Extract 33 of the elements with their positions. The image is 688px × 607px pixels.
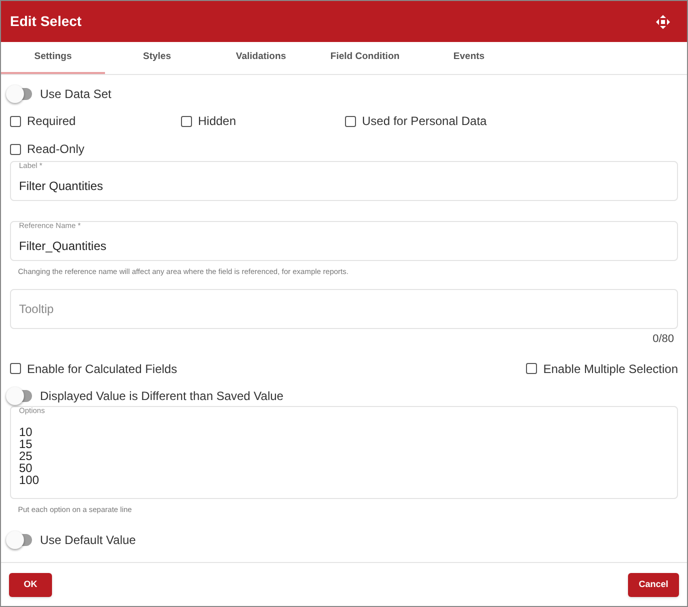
option-line: 15 [19,438,34,450]
checkbox[interactable] [10,363,21,374]
checkbox-label: Enable for Calculated Fields [27,360,178,378]
checkbox-label: Enable Multiple Selection [543,360,678,378]
checkbox[interactable] [526,363,538,374]
checkbox-label: Used for Personal Data [362,113,487,130]
option-line: 100 [19,474,40,486]
option-line: 10 [19,426,34,438]
move-icon[interactable] [656,14,670,28]
tab[interactable]: Styles [105,42,209,74]
checkbox[interactable] [345,116,356,126]
checkbox-label: Read-Only [27,141,84,158]
tab[interactable]: Settings [1,42,105,74]
checkbox[interactable] [181,116,192,126]
cancel-button[interactable]: Cancel [628,572,679,596]
option-line: 25 [19,450,34,462]
character-counter: 0/80 [652,332,674,348]
toggle-label: Use Data Set [40,86,112,103]
checkbox-label: Hidden [198,113,236,130]
tooltip-field[interactable]: Tooltip [10,289,678,330]
toggle-label: Use Default Value [40,532,136,549]
toggle-label: Displayed Value is Different than Saved Value [40,388,284,405]
tab[interactable]: Events [417,42,521,74]
tab[interactable]: Field Condition [313,42,417,74]
checkbox-label: Required [27,113,76,130]
option-line: 50 [19,462,34,474]
checkbox[interactable] [10,144,21,154]
ok-button[interactable]: OK [9,572,52,596]
checkbox[interactable] [10,116,21,126]
window-title: Edit Select [10,12,82,31]
tab[interactable]: Validations [209,42,313,74]
field-value: Filter Quantities [19,178,104,195]
field-value: Filter_Quantities [19,238,108,255]
